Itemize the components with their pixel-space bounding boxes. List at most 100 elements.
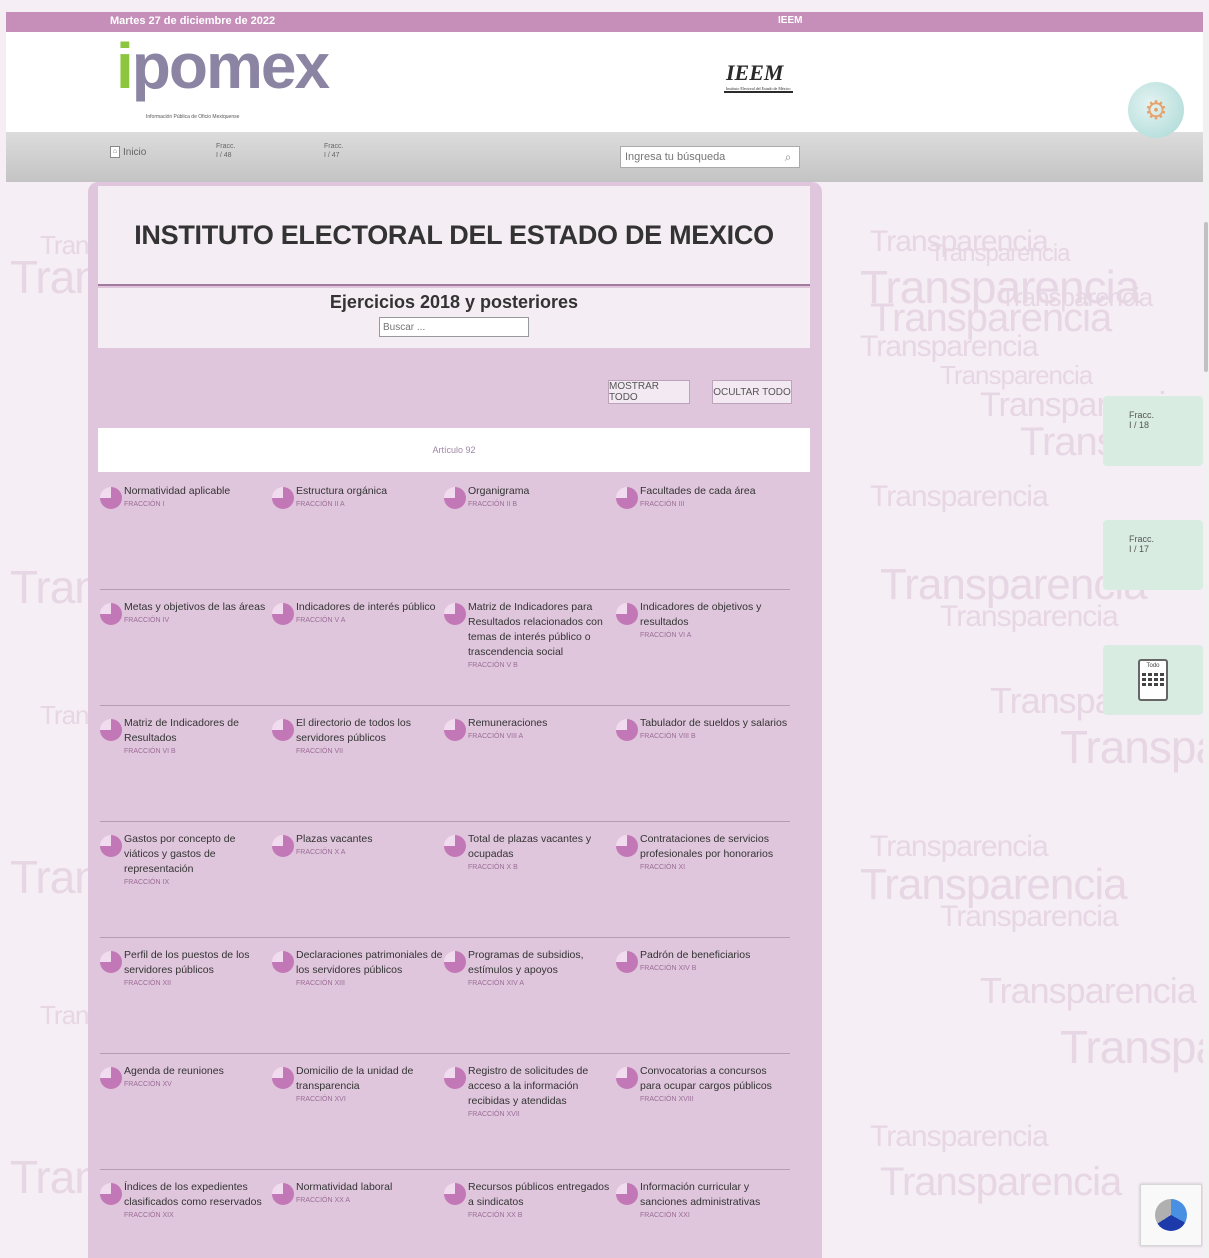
page-title: INSTITUTO ELECTORAL DEL ESTADO DE MEXICO bbox=[134, 219, 774, 250]
logo-word: pomex bbox=[131, 30, 330, 102]
recaptcha-badge[interactable] bbox=[1140, 1184, 1202, 1246]
fraccion-item-number: FRACCIÓN IV bbox=[124, 617, 170, 624]
fraccion-item-label[interactable]: Declaraciones patrimoniales de los servi… bbox=[296, 948, 444, 978]
settings-gear-icon[interactable]: ⚙ bbox=[1128, 82, 1184, 138]
fraccion-item-number: FRACCIÓN III bbox=[640, 501, 685, 508]
fraccion-item-label[interactable]: El directorio de todos los servidores pú… bbox=[296, 716, 444, 746]
fraccion-item-number: FRACCIÓN X A bbox=[296, 849, 346, 856]
fraccion-item-label[interactable]: Metas y objetivos de las áreas bbox=[124, 600, 265, 615]
fraccion-item[interactable]: Indicadores de objetivos y resultados FRA… bbox=[616, 600, 788, 642]
fraccion-item[interactable]: Convocatorias a concursos para ocupar ca… bbox=[616, 1064, 788, 1106]
fraccion-item-label[interactable]: Indicadores de objetivos y resultados bbox=[640, 600, 788, 630]
fraccion-item-label[interactable]: Matriz de Indicadores de Resultados bbox=[124, 716, 272, 746]
fraccion-item-label[interactable]: Normatividad aplicable bbox=[124, 484, 230, 499]
nav-fracc-2[interactable]: Fracc. I / 47 bbox=[324, 142, 343, 160]
fraccion-item[interactable]: Índices de los expedientes clasificados … bbox=[100, 1180, 272, 1222]
fraccion-item[interactable]: Perfil de los puestos de los servidores … bbox=[100, 948, 272, 990]
fraccion-item-label[interactable]: Programas de subsidios, estímulos y apoy… bbox=[468, 948, 616, 978]
fraccion-item-label[interactable]: Organigrama bbox=[468, 484, 529, 499]
pie-bullet-icon bbox=[272, 951, 294, 973]
fraccion-item[interactable]: Recursos públicos entregados a sindicato… bbox=[444, 1180, 616, 1222]
nav-fracc-1-value: I / 48 bbox=[216, 152, 232, 159]
recaptcha-icon bbox=[1155, 1199, 1187, 1231]
fraccion-item[interactable]: Total de plazas vacantes y ocupadas FRACC… bbox=[444, 832, 616, 874]
scrollbar-thumb[interactable] bbox=[1204, 222, 1208, 372]
fraccion-item[interactable]: Programas de subsidios, estímulos y apoy… bbox=[444, 948, 616, 990]
fraccion-item[interactable]: Matriz de Indicadores de Resultados FRACC… bbox=[100, 716, 272, 758]
fraccion-item[interactable]: Matriz de Indicadores para Resultados re… bbox=[444, 600, 616, 672]
fraccion-item-label[interactable]: Registro de solicitudes de acceso a la i… bbox=[468, 1064, 616, 1109]
fraccion-item[interactable]: Domicilio de la unidad de transparencia F… bbox=[272, 1064, 444, 1106]
fraccion-item-label[interactable]: Facultades de cada área bbox=[640, 484, 756, 499]
top-date-bar: Martes 27 de diciembre de 2022 IEEM bbox=[6, 12, 1203, 32]
fraccion-item-label[interactable]: Índices de los expedientes clasificados … bbox=[124, 1180, 272, 1210]
institution-title-box: INSTITUTO ELECTORAL DEL ESTADO DE MEXICO bbox=[98, 186, 810, 286]
site-search-input[interactable] bbox=[621, 151, 777, 163]
fraccion-item[interactable]: Registro de solicitudes de acceso a la i… bbox=[444, 1064, 616, 1121]
fraccion-item-number: FRACCIÓN XIV A bbox=[468, 980, 525, 987]
fraccion-item-label[interactable]: Plazas vacantes bbox=[296, 832, 372, 847]
article-header[interactable]: Artículo 92 bbox=[98, 428, 810, 472]
fraccion-item-label[interactable]: Normatividad laboral bbox=[296, 1180, 392, 1195]
fraccion-item-label[interactable]: Tabulador de sueldos y salarios bbox=[640, 716, 787, 731]
fraccion-item-label[interactable]: Total de plazas vacantes y ocupadas bbox=[468, 832, 616, 862]
fraccion-item[interactable]: Padrón de beneficiarios FRACCIÓN XIV B bbox=[616, 948, 788, 975]
nav-fracc-1[interactable]: Fracc. I / 48 bbox=[216, 142, 235, 160]
fraccion-item[interactable]: Gastos por concepto de viáticos y gastos… bbox=[100, 832, 272, 889]
ieem-logo[interactable]: IEEM Instituto Electoral del Estado de M… bbox=[724, 60, 793, 93]
fraccion-item-label[interactable]: Convocatorias a concursos para ocupar ca… bbox=[640, 1064, 788, 1094]
fracciones-row: Normatividad aplicable FRACCIÓN I Estructu… bbox=[100, 474, 790, 590]
fraccion-item[interactable]: Información curricular y sanciones admin… bbox=[616, 1180, 788, 1222]
fraccion-item[interactable]: Declaraciones patrimoniales de los servi… bbox=[272, 948, 444, 990]
page-scrollbar[interactable] bbox=[1203, 32, 1209, 1258]
fraccion-item[interactable]: Agenda de reuniones FRACCIÓN XV bbox=[100, 1064, 272, 1091]
mostrar-todo-button[interactable]: MOSTRAR TODO bbox=[608, 380, 690, 404]
fraccion-item-label[interactable]: Agenda de reuniones bbox=[124, 1064, 224, 1079]
fraccion-item[interactable]: Remuneraciones FRACCIÓN VIII A bbox=[444, 716, 616, 743]
fraccion-item[interactable]: Estructura orgánica FRACCIÓN II A bbox=[272, 484, 444, 511]
fraccion-item[interactable]: Contrataciones de servicios profesionale… bbox=[616, 832, 788, 874]
fraccion-item-label[interactable]: Indicadores de interés público bbox=[296, 600, 436, 615]
fracciones-row: Metas y objetivos de las áreas FRACCIÓN I… bbox=[100, 590, 790, 706]
fraccion-item-label[interactable]: Información curricular y sanciones admin… bbox=[640, 1180, 788, 1210]
calculator-widget[interactable]: Todo bbox=[1103, 645, 1203, 715]
fraccion-item[interactable]: Normatividad aplicable FRACCIÓN I bbox=[100, 484, 272, 511]
fraccion-item-number: FRACCIÓN XVIII bbox=[640, 1096, 694, 1103]
fraccion-item-label[interactable]: Remuneraciones bbox=[468, 716, 547, 731]
fraccion-item[interactable]: Facultades de cada área FRACCIÓN III bbox=[616, 484, 788, 511]
fraccion-item[interactable]: Normatividad laboral FRACCIÓN XX A bbox=[272, 1180, 444, 1207]
nav-inicio[interactable]: ⌂ Inicio bbox=[110, 146, 146, 158]
fraccion-item-label[interactable]: Gastos por concepto de viáticos y gastos… bbox=[124, 832, 272, 877]
fraccion-item-label[interactable]: Perfil de los puestos de los servidores … bbox=[124, 948, 272, 978]
pie-bullet-icon bbox=[616, 487, 638, 509]
side-fracc-widget-2[interactable]: Fracc. I / 17 bbox=[1103, 520, 1203, 590]
ocultar-todo-button[interactable]: OCULTAR TODO bbox=[712, 380, 792, 404]
pie-bullet-icon bbox=[616, 951, 638, 973]
fraccion-item-label[interactable]: Contrataciones de servicios profesionale… bbox=[640, 832, 788, 862]
fraccion-item[interactable]: Organigrama FRACCIÓN II B bbox=[444, 484, 616, 511]
fraccion-item-label[interactable]: Matriz de Indicadores para Resultados re… bbox=[468, 600, 616, 660]
side-fracc-widget-1[interactable]: Fracc. I / 18 bbox=[1103, 396, 1203, 466]
fraccion-item[interactable]: Tabulador de sueldos y salarios FRACCIÓN … bbox=[616, 716, 788, 743]
nav-inicio-label: Inicio bbox=[123, 146, 147, 158]
fraccion-item[interactable]: Plazas vacantes FRACCIÓN X A bbox=[272, 832, 444, 859]
fraccion-item-number: FRACCIÓN VI A bbox=[640, 632, 692, 639]
pie-bullet-icon bbox=[100, 1067, 122, 1089]
fraccion-item-text: Convocatorias a concursos para ocupar ca… bbox=[640, 1064, 788, 1106]
fraccion-item-label[interactable]: Recursos públicos entregados a sindicato… bbox=[468, 1180, 616, 1210]
fraccion-item-label[interactable]: Domicilio de la unidad de transparencia bbox=[296, 1064, 444, 1094]
pie-bullet-icon bbox=[100, 487, 122, 509]
buscar-input[interactable] bbox=[379, 317, 529, 337]
search-icon[interactable]: ⌕ bbox=[777, 150, 799, 165]
fraccion-item-label[interactable]: Estructura orgánica bbox=[296, 484, 387, 499]
fraccion-item[interactable]: El directorio de todos los servidores pú… bbox=[272, 716, 444, 758]
ipomex-logo[interactable]: ipomex Información Pública de Oficio Mex… bbox=[116, 34, 330, 120]
pie-bullet-icon bbox=[444, 951, 466, 973]
fraccion-item-label[interactable]: Padrón de beneficiarios bbox=[640, 948, 750, 963]
fraccion-item-number: FRACCIÓN XI bbox=[640, 864, 686, 871]
page-subtitle: Ejercicios 2018 y posteriores bbox=[329, 292, 579, 312]
fraccion-item[interactable]: Metas y objetivos de las áreas FRACCIÓN I… bbox=[100, 600, 272, 627]
fraccion-item[interactable]: Indicadores de interés público FRACCIÓN V… bbox=[272, 600, 444, 627]
ieem-logo-subtext: Instituto Electoral del Estado de México bbox=[726, 86, 791, 91]
current-date: Martes 27 de diciembre de 2022 bbox=[110, 15, 276, 27]
